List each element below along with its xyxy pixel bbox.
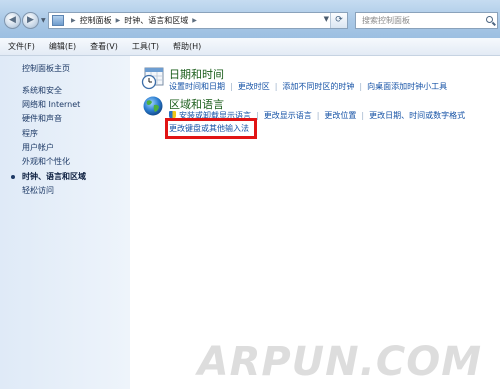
menu-bar: 文件(F) 编辑(E) 查看(V) 工具(T) 帮助(H) [0,38,500,56]
breadcrumb-chevron-icon[interactable]: ▶ [71,17,76,24]
link-change-location[interactable]: 更改位置 [324,111,356,120]
calendar-clock-icon[interactable] [141,66,165,90]
title-bar: ◀ ▶ ▼ ▶ 控制面板 ▶ 时钟、语言和区域 ▶ ▼ ⟳ [0,0,500,38]
sidebar-item-appearance[interactable]: 外观和个性化 [22,156,70,167]
sidebar-item-network-internet[interactable]: 网络和 Internet [22,99,80,110]
link-change-date-time-number-format[interactable]: 更改日期、时间或数字格式 [369,111,465,120]
breadcrumb-chevron-icon[interactable]: ▶ [116,17,121,24]
link-change-display-language[interactable]: 更改显示语言 [264,111,312,120]
highlight-box [165,118,257,139]
link-add-clock-gadget[interactable]: 向桌面添加时钟小工具 [367,82,447,91]
search-box[interactable] [355,12,498,29]
address-history-dropdown-icon[interactable]: ▼ [324,15,329,23]
sidebar-item-ease-of-access[interactable]: 轻松访问 [22,185,54,196]
address-bar[interactable]: ▶ 控制面板 ▶ 时钟、语言和区域 ▶ ▼ ⟳ [48,12,348,29]
control-panel-icon [52,15,64,26]
sidebar-item-clock-language-region: 时钟、语言和区域 [22,172,86,181]
link-set-time-date[interactable]: 设置时间和日期 [169,82,225,91]
back-button[interactable]: ◀ [4,12,21,29]
menu-tools[interactable]: 工具(T) [123,41,164,52]
recent-pages-dropdown-icon[interactable]: ▼ [41,17,46,24]
category-title-date-time[interactable]: 日期和时间 [169,66,224,82]
menu-view[interactable]: 查看(V) [81,41,123,52]
sidebar-item-home[interactable]: 控制面板主页 [22,63,70,74]
menu-file[interactable]: 文件(F) [0,41,40,52]
date-time-links: 设置时间和日期 | 更改时区 | 添加不同时区的时钟 | 向桌面添加时钟小工具 [169,82,448,91]
menu-edit[interactable]: 编辑(E) [40,41,81,52]
refresh-button[interactable]: ⟳ [330,13,347,28]
menu-help[interactable]: 帮助(H) [164,41,206,52]
forward-button[interactable]: ▶ [22,12,39,29]
current-item-bullet-icon [11,175,15,179]
breadcrumb-chevron-icon[interactable]: ▶ [192,17,197,24]
link-add-clocks[interactable]: 添加不同时区的时钟 [282,82,354,91]
globe-icon[interactable] [142,95,164,117]
link-change-time-zone[interactable]: 更改时区 [238,82,270,91]
sidebar-item-hardware-sound[interactable]: 硬件和声音 [22,113,62,124]
breadcrumb-control-panel[interactable]: 控制面板 [80,15,112,26]
sidebar-item-user-accounts[interactable]: 用户帐户 [22,142,54,153]
breadcrumb-clock-language-region[interactable]: 时钟、语言和区域 [124,15,188,26]
search-icon[interactable] [486,16,493,23]
watermark: ARPUN.COM [197,339,482,385]
search-input[interactable] [356,13,482,28]
sidebar-item-programs[interactable]: 程序 [22,128,38,139]
sidebar-item-system-security[interactable]: 系统和安全 [22,85,62,96]
